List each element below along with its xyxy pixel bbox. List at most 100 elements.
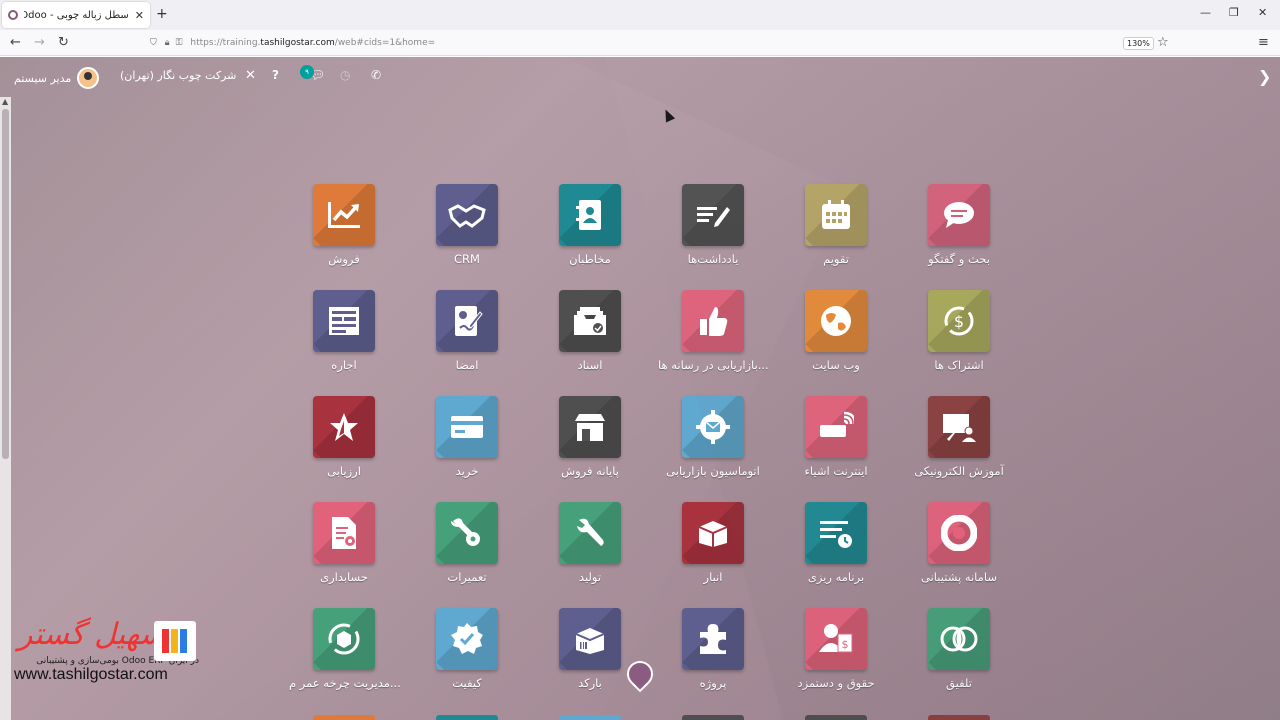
odoo-favicon-icon	[8, 10, 18, 20]
chat-icon	[928, 184, 990, 246]
svg-text:$: $	[842, 638, 849, 651]
company-switcher[interactable]: شرکت چوب نگار (تهران)	[120, 69, 236, 82]
chevron-right-icon[interactable]: ❯	[1258, 67, 1271, 86]
zoom-level[interactable]: 130%	[1123, 37, 1154, 50]
app-label: تلفیق	[946, 676, 972, 690]
app-tile-quality[interactable]: کیفیت	[412, 608, 522, 690]
app-label: برنامه ریزی	[807, 570, 865, 584]
app-tile-partial[interactable]	[436, 715, 498, 720]
app-label: کیفیت	[452, 676, 482, 690]
key-icon[interactable]: ⚿	[176, 38, 183, 48]
app-label: مدیریت چرخه عمر م...	[289, 676, 401, 690]
app-tile-tools[interactable]: تعمیرات	[412, 502, 522, 584]
app-label: تقویم	[823, 252, 849, 266]
app-tile-handshake[interactable]: CRM	[412, 184, 522, 266]
shield-icon[interactable]: ⛉	[150, 38, 157, 48]
bookmark-star-icon[interactable]: ☆	[1157, 35, 1169, 50]
app-label: حسابداری	[320, 570, 368, 584]
lock-icon[interactable]: 🔒︎	[165, 38, 170, 48]
app-tile-rental[interactable]: اجاره	[289, 290, 399, 372]
app-tile-partial[interactable]	[805, 715, 867, 720]
scrollbar[interactable]: ▲	[0, 97, 11, 720]
app-tile-credit-card[interactable]: خرید	[412, 396, 522, 478]
minimize-icon[interactable]: —	[1200, 6, 1211, 19]
wrench-icon	[559, 502, 621, 564]
app-tile-planning[interactable]: برنامه ریزی	[781, 502, 891, 584]
url-suffix: /web#cids=1&home=	[334, 38, 436, 48]
consolidation-icon	[928, 608, 990, 670]
plm-icon	[313, 608, 375, 670]
forward-icon[interactable]: →	[34, 35, 45, 50]
debug-tools-icon[interactable]: ✕	[245, 68, 256, 83]
activity-clock-icon[interactable]: ◷	[340, 68, 350, 82]
app-tile-elearning[interactable]: آموزش الکترونیکی	[904, 396, 1014, 478]
calendar-icon	[805, 184, 867, 246]
app-tile-globe[interactable]: وب سایت	[781, 290, 891, 372]
app-tile-partial[interactable]	[928, 715, 990, 720]
app-label: بحث و گفتگو	[928, 252, 990, 266]
app-tile-documents[interactable]: اسناد	[535, 290, 645, 372]
store-icon	[559, 396, 621, 458]
elearning-icon	[928, 396, 990, 458]
app-tile-accounting[interactable]: حسابداری	[289, 502, 399, 584]
app-tile-store[interactable]: پایانه فروش	[535, 396, 645, 478]
help-icon[interactable]: ?	[272, 68, 279, 82]
tab-title: سطل زباله چوبی - Odoo	[24, 9, 129, 21]
restore-icon[interactable]: ❐	[1229, 6, 1239, 19]
window-close-icon[interactable]: ✕	[1258, 6, 1267, 19]
thumbs-up-icon	[682, 290, 744, 352]
rental-icon	[313, 290, 375, 352]
app-tile-box[interactable]: انبار	[658, 502, 768, 584]
app-tile-chat[interactable]: بحث و گفتگو	[904, 184, 1014, 266]
chart-line-icon	[313, 184, 375, 246]
app-tile-contacts[interactable]: مخاطبان	[535, 184, 645, 266]
app-label: یادداشت‌ها	[687, 252, 739, 266]
address-bar[interactable]: ⛉ 🔒︎ ⚿ https://training.tashilgostar.com…	[150, 33, 1180, 53]
app-label: پایانه فروش	[561, 464, 619, 478]
scroll-up-icon[interactable]: ▲	[2, 97, 8, 106]
app-tile-calendar[interactable]: تقویم	[781, 184, 891, 266]
app-tile-partial[interactable]	[682, 715, 744, 720]
subscription-icon: $	[928, 290, 990, 352]
contacts-icon	[559, 184, 621, 246]
box-icon	[682, 502, 744, 564]
app-label: اینترنت اشیاء	[804, 464, 868, 478]
app-tile-plm[interactable]: مدیریت چرخه عمر م...	[289, 608, 401, 690]
accounting-icon	[313, 502, 375, 564]
app-label: CRM	[454, 252, 480, 266]
menu-icon[interactable]: ≡	[1258, 35, 1269, 50]
app-tile-puzzle[interactable]: پروژه	[658, 608, 768, 690]
user-menu[interactable]: مدیر سیستم	[14, 67, 100, 89]
tab-close-icon[interactable]: ✕	[135, 9, 144, 22]
phone-icon[interactable]: ✆	[371, 68, 381, 82]
app-label: خرید	[455, 464, 479, 478]
quality-icon	[436, 608, 498, 670]
scroll-thumb[interactable]	[2, 109, 9, 459]
app-tile-consolidation[interactable]: تلفیق	[904, 608, 1014, 690]
app-tile-wrench[interactable]: تولید	[535, 502, 645, 584]
reload-icon[interactable]: ↻	[58, 35, 69, 50]
app-tile-iot[interactable]: اینترنت اشیاء	[781, 396, 891, 478]
app-tile-gear-mail[interactable]: اتوماسیون بازاریابی	[658, 396, 768, 478]
app-tile-star[interactable]: ارزیابی	[289, 396, 399, 478]
odoo-top-bar: مدیر سیستم شرکت چوب نگار (تهران) ✕ ? 💬︎ …	[0, 57, 1280, 95]
app-tile-partial[interactable]	[313, 715, 375, 720]
app-tile-payroll[interactable]: $ حقوق و دستمزد	[781, 608, 891, 690]
planning-icon	[805, 502, 867, 564]
browser-tab[interactable]: سطل زباله چوبی - Odoo ✕	[2, 2, 150, 28]
url-text[interactable]: https://training.tashilgostar.com/web#ci…	[190, 38, 435, 48]
app-tile-notes[interactable]: یادداشت‌ها	[658, 184, 768, 266]
avatar	[77, 67, 100, 89]
new-tab-button[interactable]: +	[156, 6, 168, 22]
star-icon	[313, 396, 375, 458]
app-tile-partial[interactable]	[559, 715, 621, 720]
app-tile-subscription[interactable]: $ اشتراک ها	[904, 290, 1014, 372]
browser-nav-bar: ← → ↻ ⛉ 🔒︎ ⚿ https://training.tashilgost…	[0, 30, 1280, 56]
back-icon[interactable]: ←	[10, 35, 21, 50]
app-tile-chart-line[interactable]: فروش	[289, 184, 399, 266]
iot-icon	[805, 396, 867, 458]
app-tile-thumbs-up[interactable]: بازاریابی در رسانه ها...	[658, 290, 769, 372]
app-tile-lifebuoy[interactable]: سامانه پشتیبانی	[904, 502, 1014, 584]
app-tile-sign[interactable]: امضا	[412, 290, 522, 372]
svg-text:$: $	[954, 312, 964, 331]
